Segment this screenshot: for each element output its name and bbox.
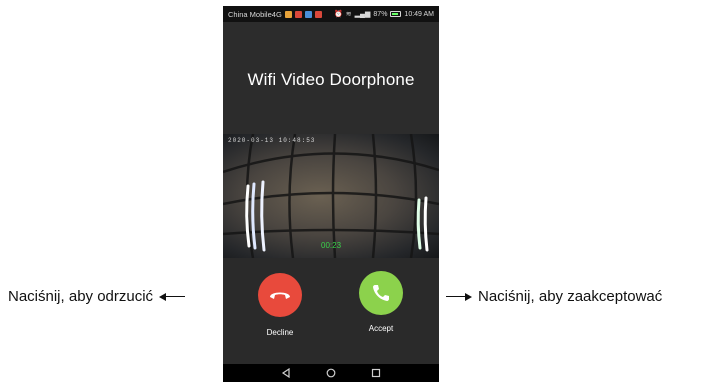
accept-label: Accept bbox=[368, 324, 394, 333]
battery-percent: 87% bbox=[373, 10, 388, 18]
arrow-left-icon bbox=[159, 292, 186, 302]
battery-icon bbox=[390, 11, 402, 17]
accept-button[interactable] bbox=[359, 271, 403, 315]
navigation-bar bbox=[223, 364, 439, 382]
camera-view bbox=[223, 134, 439, 258]
clock: 10:49 AM bbox=[404, 10, 434, 18]
back-icon[interactable] bbox=[281, 368, 291, 378]
decline-annotation-text: Naciśnij, aby odrzucić bbox=[8, 288, 154, 305]
accept-annotation: Naciśnij, aby zaakceptować bbox=[446, 288, 662, 305]
phone-screen: China Mobile4G ⏰ ≋ ▂▄▆ 87% 10:49 AM Wifi… bbox=[223, 6, 439, 382]
signal-icon: ▂▄▆ bbox=[354, 11, 371, 18]
notification-icon bbox=[294, 10, 302, 18]
phone-hangup-icon bbox=[270, 292, 290, 299]
carrier-label: China Mobile4G bbox=[228, 9, 282, 19]
arrow-right-icon bbox=[446, 292, 472, 302]
phone-icon bbox=[373, 285, 389, 301]
decline-label: Decline bbox=[266, 328, 294, 337]
decline-button[interactable] bbox=[258, 273, 302, 317]
notification-icon bbox=[304, 10, 312, 18]
status-bar: China Mobile4G ⏰ ≋ ▂▄▆ 87% 10:49 AM bbox=[223, 6, 439, 22]
call-timer: 00:23 bbox=[321, 241, 342, 250]
wifi-icon: ≋ bbox=[345, 11, 352, 18]
app-title: Wifi Video Doorphone bbox=[247, 69, 415, 89]
video-feed: 2020-03-13 10:48:53 00:23 bbox=[223, 134, 439, 258]
notification-icon bbox=[284, 10, 292, 18]
status-bar-right: ⏰ ≋ ▂▄▆ 87% 10:49 AM bbox=[334, 10, 434, 19]
app-header: Wifi Video Doorphone bbox=[223, 22, 439, 137]
decline-annotation: Naciśnij, aby odrzucić bbox=[8, 288, 186, 305]
status-bar-left: China Mobile4G bbox=[228, 10, 322, 19]
video-timestamp: 2020-03-13 10:48:53 bbox=[228, 137, 316, 144]
home-icon[interactable] bbox=[326, 368, 336, 378]
alarm-icon: ⏰ bbox=[334, 11, 343, 18]
call-controls: Decline Accept bbox=[223, 258, 439, 364]
recents-icon[interactable] bbox=[371, 368, 381, 378]
accept-annotation-text: Naciśnij, aby zaakceptować bbox=[478, 288, 663, 305]
notification-icon bbox=[314, 10, 322, 18]
